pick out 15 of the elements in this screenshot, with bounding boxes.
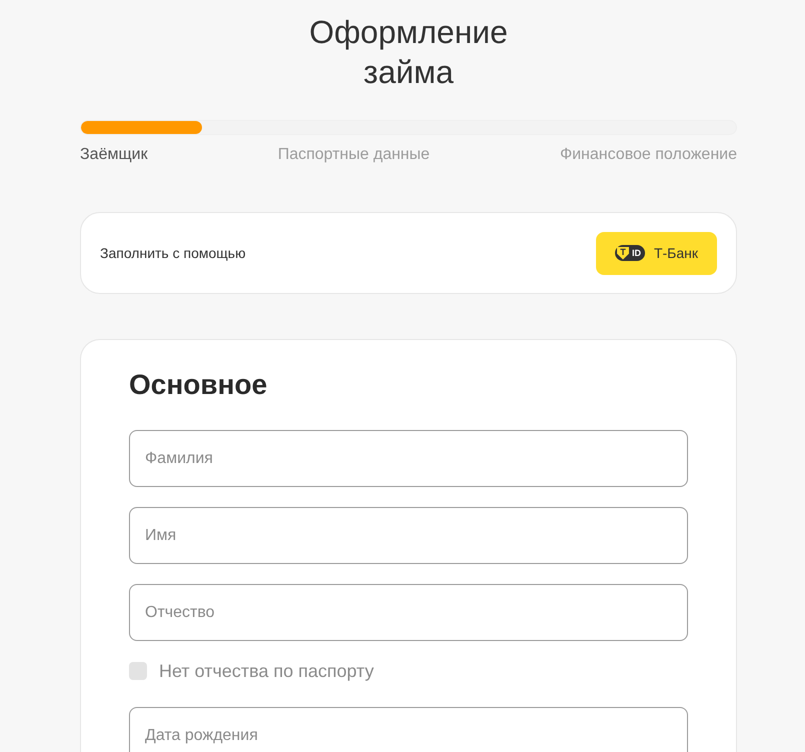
logo-text: ID <box>632 247 641 260</box>
section-heading: Основное <box>129 368 268 402</box>
step-label: Паспортные данные <box>278 145 430 165</box>
shield-logo: Т <box>616 246 629 260</box>
step-label: Заёмщик <box>80 145 148 165</box>
autofill-label: Заполнить с помощью <box>100 245 246 261</box>
bank-id-button[interactable]: Т ID Т-Банк <box>596 232 717 274</box>
step-label: Финансовое положение <box>560 145 737 165</box>
checkbox[interactable] <box>129 662 147 680</box>
checkbox-label: Нет отчества по паспорту <box>159 660 374 682</box>
input-field[interactable]: Имя <box>129 507 688 564</box>
input-field[interactable]: Дата рождения <box>129 707 688 752</box>
input-field[interactable]: Фамилия <box>129 430 688 487</box>
input-field[interactable]: Отчество <box>129 584 688 641</box>
page-title: Оформление займа <box>308 13 509 92</box>
